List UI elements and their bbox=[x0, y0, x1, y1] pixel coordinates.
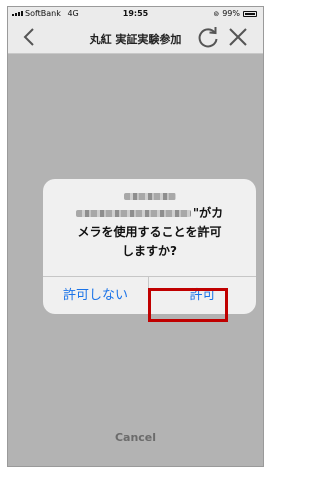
blurred-app-name bbox=[123, 193, 176, 200]
phone-screen: SoftBank 4G 19:55 ⊚ 99% 丸紅 実証実験参加 "がカ メラ… bbox=[7, 6, 264, 467]
cancel-button[interactable]: Cancel bbox=[8, 431, 263, 444]
nav-bar: 丸紅 実証実験参加 bbox=[8, 22, 263, 54]
location-icon: ⊚ bbox=[213, 9, 220, 18]
dialog-message-line3: しますか? bbox=[122, 244, 177, 258]
deny-button[interactable]: 許可しない bbox=[43, 277, 149, 314]
reload-icon[interactable] bbox=[196, 26, 220, 50]
battery-percent: 99% bbox=[222, 9, 240, 18]
page-title: 丸紅 実証実験参加 bbox=[89, 33, 182, 46]
blurred-app-url bbox=[75, 210, 191, 217]
status-bar: SoftBank 4G 19:55 ⊚ 99% bbox=[8, 7, 263, 22]
dialog-message-line2: メラを使用することを許可 bbox=[77, 225, 222, 239]
close-icon[interactable] bbox=[227, 26, 249, 48]
dialog-message: "がカ メラを使用することを許可 しますか? bbox=[51, 185, 248, 261]
allow-highlight-box bbox=[148, 288, 228, 322]
dialog-message-suffix: "がカ bbox=[192, 206, 224, 220]
battery-icon bbox=[243, 10, 257, 17]
